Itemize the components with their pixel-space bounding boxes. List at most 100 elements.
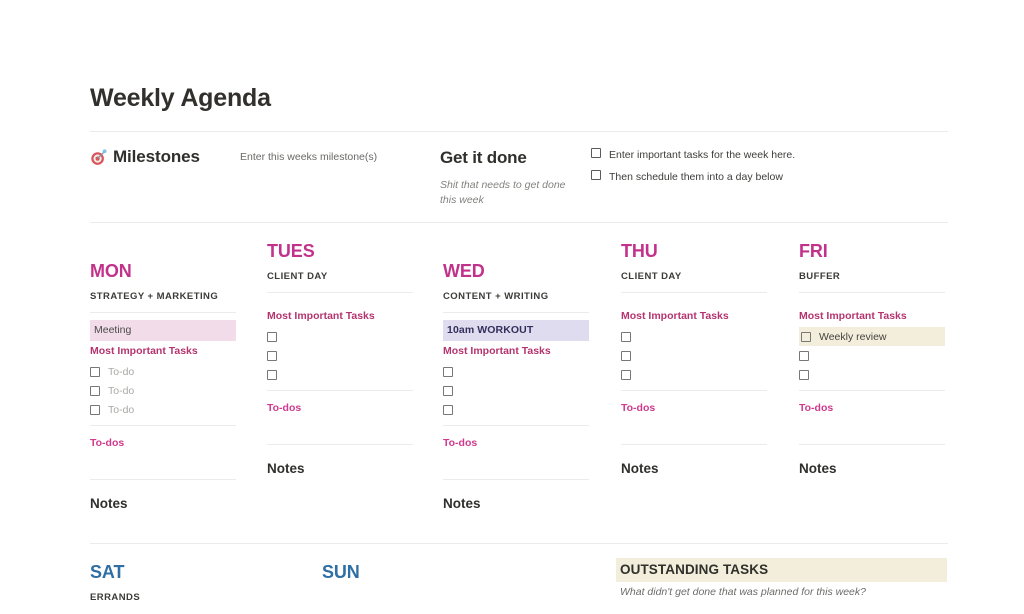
task-row[interactable]: To-do bbox=[90, 400, 236, 419]
day-name: SUN bbox=[322, 562, 360, 582]
task-row[interactable] bbox=[799, 346, 945, 365]
column-divider bbox=[799, 292, 945, 293]
task-row[interactable]: Weekly review bbox=[799, 327, 945, 346]
notes-label: Notes bbox=[90, 496, 128, 511]
day-column-fri: FRI BUFFER Most Important Tasks Weekly revi… bbox=[799, 241, 945, 476]
column-divider bbox=[621, 292, 767, 293]
task-row[interactable] bbox=[267, 365, 413, 384]
day-subtitle: STRATEGY + MARKETING bbox=[90, 291, 219, 302]
divider-top bbox=[90, 131, 948, 132]
column-divider bbox=[443, 479, 589, 480]
checkbox-icon[interactable] bbox=[799, 350, 809, 361]
checkbox-icon[interactable] bbox=[267, 331, 277, 342]
list-item[interactable]: Enter important tasks for the week here. bbox=[591, 148, 795, 161]
day-event-chip[interactable]: 10am WORKOUT bbox=[443, 320, 589, 341]
day-column-tues: TUES CLIENT DAY Most Important Tasks To-dos… bbox=[267, 241, 413, 476]
checkbox-icon[interactable] bbox=[621, 369, 631, 380]
task-row[interactable] bbox=[621, 365, 767, 384]
column-divider bbox=[443, 312, 589, 313]
column-divider bbox=[267, 390, 413, 391]
notes-label: Notes bbox=[621, 461, 659, 476]
checkbox-icon[interactable] bbox=[621, 350, 631, 361]
checkbox-icon[interactable] bbox=[90, 404, 100, 415]
list-item[interactable]: Then schedule them into a day below bbox=[591, 170, 795, 183]
milestones-header: Milestones bbox=[90, 147, 200, 167]
task-row[interactable] bbox=[621, 346, 767, 365]
notes-label: Notes bbox=[267, 461, 305, 476]
day-column-wed: WED CONTENT + WRITING 10am WORKOUT Most Imp… bbox=[443, 261, 589, 511]
task-row[interactable] bbox=[443, 362, 589, 381]
todos-label: To-dos bbox=[90, 437, 125, 449]
column-divider bbox=[443, 425, 589, 426]
task-label: To-do bbox=[108, 384, 135, 397]
task-row[interactable] bbox=[443, 400, 589, 419]
task-label: To-do bbox=[108, 403, 135, 416]
most-important-tasks-label: Most Important Tasks bbox=[621, 310, 729, 322]
checkbox-icon[interactable] bbox=[443, 404, 453, 415]
day-subtitle: CLIENT DAY bbox=[621, 271, 682, 282]
day-column-sun: SUN bbox=[322, 562, 468, 592]
most-important-tasks-label: Most Important Tasks bbox=[799, 310, 907, 322]
todos-label: To-dos bbox=[443, 437, 478, 449]
list-item-label: Enter important tasks for the week here. bbox=[609, 149, 796, 161]
target-icon bbox=[90, 148, 107, 166]
outstanding-tasks-subtitle[interactable]: What didn't get done that was planned fo… bbox=[620, 586, 866, 598]
task-row[interactable] bbox=[267, 346, 413, 365]
column-divider bbox=[267, 444, 413, 445]
task-list bbox=[621, 327, 767, 384]
checkbox-icon[interactable] bbox=[267, 350, 277, 361]
checkbox-icon[interactable] bbox=[90, 366, 100, 377]
outstanding-tasks-title: OUTSTANDING TASKS bbox=[620, 562, 769, 577]
day-subtitle: CONTENT + WRITING bbox=[443, 291, 549, 302]
get-it-done-checklist: Enter important tasks for the week here.… bbox=[591, 148, 795, 192]
checkbox-icon[interactable] bbox=[591, 170, 601, 180]
checkbox-icon[interactable] bbox=[443, 385, 453, 396]
get-it-done-subtitle: Shit that needs to get done this week bbox=[440, 179, 566, 206]
column-divider bbox=[799, 444, 945, 445]
task-row[interactable] bbox=[443, 381, 589, 400]
task-row[interactable]: To-do bbox=[90, 362, 236, 381]
page-title: Weekly Agenda bbox=[90, 84, 271, 112]
weekly-agenda-page: Weekly Agenda Milestones Enter this week… bbox=[0, 0, 1024, 614]
outstanding-tasks-bar: OUTSTANDING TASKS bbox=[616, 558, 947, 582]
day-event-chip[interactable]: Meeting bbox=[90, 320, 236, 341]
day-subtitle: BUFFER bbox=[799, 271, 841, 282]
task-row[interactable] bbox=[621, 327, 767, 346]
checkbox-icon[interactable] bbox=[591, 148, 601, 158]
task-row[interactable] bbox=[799, 365, 945, 384]
todos-label: To-dos bbox=[621, 402, 656, 414]
day-column-sat: SAT ERRANDS bbox=[90, 562, 236, 603]
most-important-tasks-label: Most Important Tasks bbox=[267, 310, 375, 322]
day-name: TUES bbox=[267, 241, 315, 261]
list-item-label: Then schedule them into a day below bbox=[609, 171, 783, 183]
day-name: MON bbox=[90, 261, 132, 281]
task-row[interactable] bbox=[267, 327, 413, 346]
column-divider bbox=[90, 312, 236, 313]
day-subtitle: CLIENT DAY bbox=[267, 271, 328, 282]
checkbox-icon[interactable] bbox=[621, 331, 631, 342]
day-column-thu: THU CLIENT DAY Most Important Tasks To-dos N… bbox=[621, 241, 767, 476]
day-column-mon: MON STRATEGY + MARKETING Meeting Most Impor… bbox=[90, 261, 236, 511]
day-name: THU bbox=[621, 241, 658, 261]
task-list: To-do To-do To-do bbox=[90, 362, 236, 419]
task-list bbox=[443, 362, 589, 419]
column-divider bbox=[621, 390, 767, 391]
task-list: Weekly review bbox=[799, 327, 945, 384]
checkbox-icon[interactable] bbox=[267, 369, 277, 380]
milestones-hint[interactable]: Enter this weeks milestone(s) bbox=[240, 151, 377, 163]
checkbox-icon[interactable] bbox=[443, 366, 453, 377]
day-name: WED bbox=[443, 261, 485, 281]
notes-label: Notes bbox=[443, 496, 481, 511]
checkbox-icon[interactable] bbox=[90, 385, 100, 396]
column-divider bbox=[90, 479, 236, 480]
day-name: FRI bbox=[799, 241, 828, 261]
day-name: SAT bbox=[90, 562, 125, 582]
checkbox-icon[interactable] bbox=[799, 369, 809, 380]
checkbox-icon[interactable] bbox=[801, 331, 811, 342]
task-row[interactable]: To-do bbox=[90, 381, 236, 400]
column-divider bbox=[267, 292, 413, 293]
notes-label: Notes bbox=[799, 461, 837, 476]
most-important-tasks-label: Most Important Tasks bbox=[443, 345, 551, 357]
get-it-done-title: Get it done bbox=[440, 148, 527, 167]
task-label: Weekly review bbox=[819, 330, 887, 343]
